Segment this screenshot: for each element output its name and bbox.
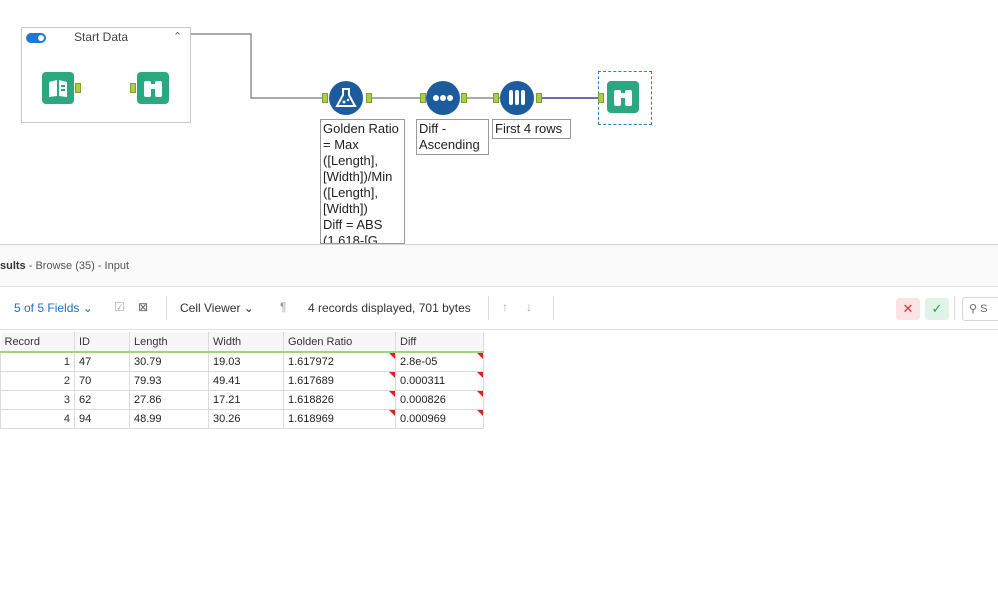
cell-id[interactable]: 47 — [74, 351, 130, 372]
cell-golden-ratio[interactable]: 1.618969 — [283, 408, 396, 429]
cell-diff[interactable]: 0.000311 — [395, 370, 484, 391]
results-table: Record ID Length Width Golden Ratio Diff… — [0, 332, 484, 429]
chevron-up-icon[interactable]: ⌃ — [173, 30, 182, 43]
cell-golden-ratio[interactable]: 1.617689 — [283, 370, 396, 391]
column-header[interactable]: Golden Ratio — [283, 332, 396, 353]
input-anchor[interactable] — [598, 93, 604, 103]
cell-length[interactable]: 30.79 — [129, 351, 209, 372]
cell-id[interactable]: 62 — [74, 389, 130, 410]
fields-dropdown[interactable]: 5 of 5 Fields ⌄ — [14, 301, 93, 315]
search-input[interactable]: ⚲ S — [962, 297, 998, 321]
cell-golden-ratio[interactable]: 1.617972 — [283, 351, 396, 372]
cell-diff[interactable]: 0.000969 — [395, 408, 484, 429]
results-header: sults - Browse (35) - Input — [0, 245, 998, 287]
toolbar-divider — [553, 296, 554, 320]
record-number: 2 — [0, 370, 75, 391]
container-title: Start Data — [74, 30, 129, 44]
pilcrow-icon[interactable]: ¶ — [280, 300, 286, 314]
toolbar-divider — [954, 296, 955, 320]
output-anchor[interactable] — [75, 83, 81, 93]
status-text: 4 records displayed, 701 bytes — [308, 301, 471, 315]
cell-length[interactable]: 27.86 — [129, 389, 209, 410]
search-icon: ⚲ — [969, 303, 978, 315]
dots-icon[interactable] — [426, 81, 460, 115]
cell-id[interactable]: 70 — [74, 370, 130, 391]
clear-icon[interactable]: ⊠ — [138, 300, 148, 314]
toolbar-divider — [166, 296, 167, 320]
sample-annotation: First 4 rows — [492, 119, 571, 139]
record-number: 3 — [0, 389, 75, 410]
results-toolbar: 5 of 5 Fields ⌄ ☑ ⊠ Cell Viewer ⌄ ¶ 4 re… — [0, 288, 998, 330]
output-anchor[interactable] — [536, 93, 542, 103]
record-number: 1 — [0, 351, 75, 372]
cell-width[interactable]: 19.03 — [208, 351, 284, 372]
flask-icon[interactable] — [329, 81, 363, 115]
cell-length[interactable]: 79.93 — [129, 370, 209, 391]
table-row[interactable]: 1 47 30.79 19.03 1.617972 2.8e-05 — [0, 351, 484, 372]
cell-diff[interactable]: 0.000826 — [395, 389, 484, 410]
input-anchor[interactable] — [493, 93, 499, 103]
record-number: 4 — [0, 408, 75, 429]
binoculars-icon[interactable] — [137, 72, 169, 104]
table-row[interactable]: 4 94 48.99 30.26 1.618969 0.000969 — [0, 408, 484, 429]
table-header-row: Record ID Length Width Golden Ratio Diff — [0, 332, 484, 353]
container-toggle[interactable] — [26, 33, 46, 43]
column-header[interactable]: Length — [129, 332, 209, 353]
cell-diff[interactable]: 2.8e-05 — [395, 351, 484, 372]
binoculars-icon[interactable] — [607, 81, 639, 113]
results-panel: sults - Browse (35) - Input 5 of 5 Field… — [0, 244, 998, 592]
cell-golden-ratio[interactable]: 1.618826 — [283, 389, 396, 410]
cell-width[interactable]: 17.21 — [208, 389, 284, 410]
column-header[interactable]: Diff — [395, 332, 484, 353]
table-row[interactable]: 2 70 79.93 49.41 1.617689 0.000311 — [0, 370, 484, 391]
formula-annotation: Golden Ratio = Max ([Length], [Width])/M… — [320, 119, 405, 244]
arrow-up-icon[interactable]: ↑ — [502, 300, 508, 314]
close-icon[interactable]: ✕ — [896, 298, 920, 320]
input-anchor[interactable] — [130, 83, 136, 93]
table-row[interactable]: 3 62 27.86 17.21 1.618826 0.000826 — [0, 389, 484, 410]
cell-viewer-dropdown[interactable]: Cell Viewer ⌄ — [180, 301, 254, 315]
test-tubes-icon[interactable] — [500, 81, 534, 115]
column-header[interactable]: ID — [74, 332, 130, 353]
results-title: sults - Browse (35) - Input — [0, 260, 130, 272]
output-anchor[interactable] — [366, 93, 372, 103]
cell-width[interactable]: 30.26 — [208, 408, 284, 429]
cell-id[interactable]: 94 — [74, 408, 130, 429]
arrow-down-icon[interactable]: ↓ — [526, 300, 532, 314]
output-anchor[interactable] — [461, 93, 467, 103]
sort-annotation: Diff - Ascending — [416, 119, 489, 155]
checklist-icon[interactable]: ☑ — [114, 300, 125, 314]
check-icon[interactable]: ✓ — [925, 298, 949, 320]
workflow-canvas[interactable]: Start Data ⌃ Golden Ratio = Max ([Length… — [0, 0, 998, 244]
book-icon[interactable] — [42, 72, 74, 104]
toolbar-divider — [488, 296, 489, 320]
column-header[interactable]: Width — [208, 332, 284, 353]
input-anchor[interactable] — [322, 93, 328, 103]
cell-length[interactable]: 48.99 — [129, 408, 209, 429]
column-header[interactable]: Record — [0, 332, 75, 353]
cell-width[interactable]: 49.41 — [208, 370, 284, 391]
